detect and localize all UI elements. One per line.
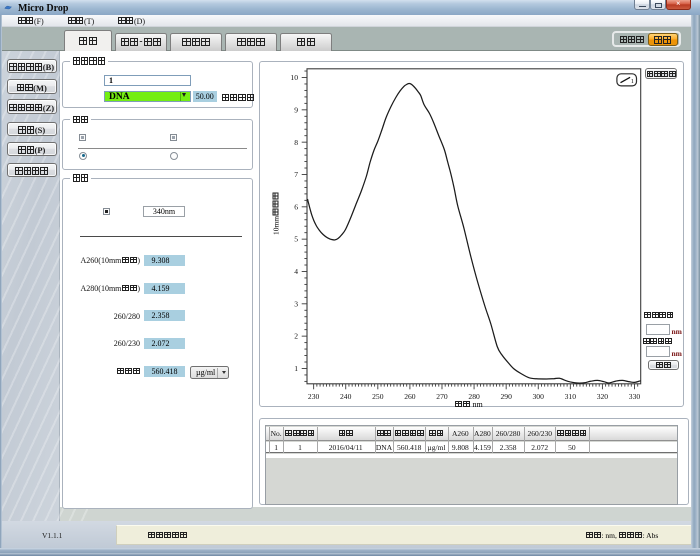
svg-text:6: 6: [294, 202, 298, 211]
svg-text:8: 8: [294, 137, 298, 146]
svg-text:10: 10: [290, 73, 298, 82]
svg-text:9: 9: [294, 105, 298, 114]
svg-text:260: 260: [404, 391, 416, 400]
svg-text:270: 270: [436, 391, 448, 400]
svg-text:7: 7: [294, 170, 298, 179]
svg-text:330: 330: [628, 391, 640, 400]
svg-text:2: 2: [294, 331, 298, 340]
svg-text:230: 230: [307, 391, 319, 400]
svg-text:3: 3: [294, 299, 298, 308]
svg-text:250: 250: [372, 391, 384, 400]
svg-text:1: 1: [294, 364, 298, 373]
svg-text:290: 290: [500, 391, 512, 400]
svg-text:320: 320: [596, 391, 608, 400]
svg-text:310: 310: [564, 391, 576, 400]
svg-text:5: 5: [294, 234, 298, 243]
svg-text:300: 300: [532, 391, 544, 400]
svg-text:240: 240: [340, 391, 352, 400]
svg-text:4: 4: [294, 267, 298, 276]
svg-text:1: 1: [630, 77, 633, 84]
svg-text:280: 280: [468, 391, 480, 400]
